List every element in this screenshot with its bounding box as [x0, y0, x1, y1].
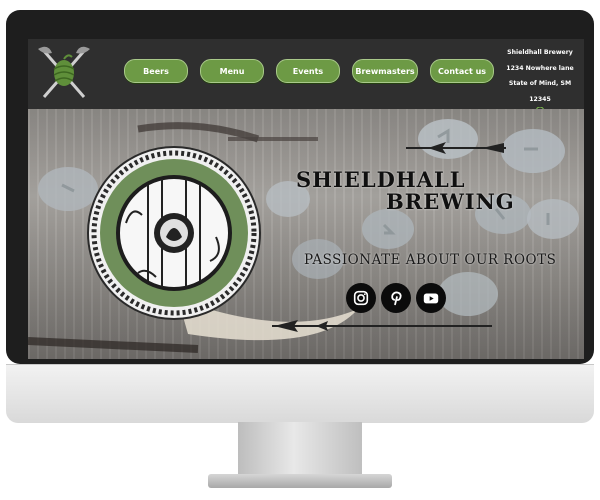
nav-brewmasters-button[interactable]: Brewmasters: [352, 59, 418, 83]
social-links: [346, 283, 446, 313]
brand-title: SHIELDHALL BREWING: [296, 167, 515, 214]
brewery-name: Shieldhall Brewery: [507, 49, 573, 56]
nav-beers-button[interactable]: Beers: [124, 59, 188, 83]
brand-title-line2: BREWING: [386, 189, 515, 214]
tagline: PASSIONATE ABOUT OUR ROOTS: [304, 252, 557, 268]
monitor-stand: [238, 422, 362, 480]
screen: Beers Menu Events Brewmasters Contact us…: [28, 39, 584, 359]
brand-title-line1: SHIELDHALL: [296, 167, 466, 192]
nav-contact-button[interactable]: Contact us: [430, 59, 494, 83]
spear-divider-top: [406, 142, 506, 154]
monitor-base: [208, 474, 392, 488]
street-address: 1234 Nowhere lane: [506, 64, 574, 72]
monitor-chin: [6, 364, 594, 423]
shield-emblem: [87, 146, 261, 320]
address-block: Shieldhall Brewery 1234 Nowhere lane Sta…: [500, 45, 580, 119]
monitor-bezel: Beers Menu Events Brewmasters Contact us…: [6, 10, 594, 364]
spear-divider-bottom: [272, 320, 492, 332]
youtube-icon[interactable]: [416, 283, 446, 313]
site-header: Beers Menu Events Brewmasters Contact us…: [28, 39, 584, 119]
nav-events-button[interactable]: Events: [276, 59, 340, 83]
city-address: State of Mind, SM 12345: [508, 80, 572, 103]
pinterest-icon[interactable]: [381, 283, 411, 313]
instagram-icon[interactable]: [346, 283, 376, 313]
hero-section: SHIELDHALL BREWING PASSIONATE ABOUT OUR …: [28, 109, 584, 359]
logo-icon[interactable]: [34, 43, 94, 103]
main-nav: Beers Menu Events Brewmasters Contact us: [124, 59, 494, 83]
nav-menu-button[interactable]: Menu: [200, 59, 264, 83]
